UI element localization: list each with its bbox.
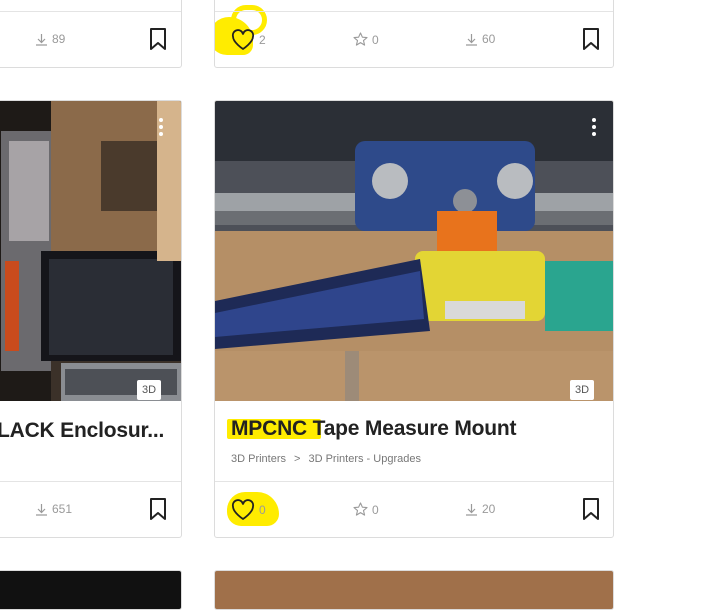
- project-card-mid-left[interactable]: 3D LACK Enclosur... 651: [0, 100, 182, 538]
- card-stats: 0 0 20: [215, 481, 613, 537]
- download-count[interactable]: 651: [35, 502, 72, 516]
- download-icon: [466, 503, 477, 516]
- bookmark-icon[interactable]: [149, 28, 167, 50]
- project-card-bottom-left[interactable]: [0, 570, 182, 610]
- like-count[interactable]: 2: [231, 29, 266, 51]
- download-icon: [36, 33, 47, 46]
- heart-icon: [231, 499, 255, 520]
- bookmark-icon[interactable]: [582, 498, 600, 520]
- breadcrumb-separator: >: [294, 453, 301, 465]
- project-card-bottom-right[interactable]: [214, 570, 614, 610]
- project-card-top-right[interactable]: 2 0 60: [214, 0, 614, 68]
- favorite-count[interactable]: 0: [353, 32, 379, 47]
- heart-icon: [231, 29, 255, 50]
- download-count[interactable]: 89: [35, 32, 65, 46]
- project-title[interactable]: MPCNC Tape Measure Mount: [231, 417, 517, 441]
- project-card-mid-right[interactable]: 3D MPCNC Tape Measure Mount 3D Printers >…: [214, 100, 614, 538]
- download-icon: [466, 33, 477, 46]
- card-stats: 2 0 60: [215, 11, 613, 67]
- favorite-count[interactable]: 0: [353, 502, 379, 517]
- star-icon: [353, 502, 368, 516]
- bookmark-icon[interactable]: [149, 498, 167, 520]
- thumbnail-photo: [215, 101, 613, 401]
- thumbnail-photo: [0, 101, 181, 401]
- project-thumbnail[interactable]: [0, 101, 181, 401]
- card-stats: 89: [0, 11, 181, 67]
- breadcrumb-category[interactable]: 3D Printers: [231, 453, 286, 465]
- like-count[interactable]: 0: [231, 499, 266, 521]
- breadcrumb: 3D Printers >3D Printers - Upgrades: [231, 453, 421, 465]
- more-options-icon[interactable]: [159, 118, 163, 139]
- download-count[interactable]: 20: [465, 502, 495, 516]
- bookmark-icon[interactable]: [582, 28, 600, 50]
- star-icon: [353, 32, 368, 46]
- project-title[interactable]: LACK Enclosur...: [0, 419, 164, 443]
- 3d-badge: 3D: [137, 380, 161, 400]
- download-count[interactable]: 60: [465, 32, 495, 46]
- project-card-top-left[interactable]: 89: [0, 0, 182, 68]
- breadcrumb-subcategory[interactable]: 3D Printers - Upgrades: [308, 453, 421, 465]
- project-thumbnail[interactable]: [215, 101, 613, 401]
- download-icon: [36, 503, 47, 516]
- more-options-icon[interactable]: [592, 118, 596, 139]
- 3d-badge: 3D: [570, 380, 594, 400]
- card-stats: 651: [0, 481, 181, 537]
